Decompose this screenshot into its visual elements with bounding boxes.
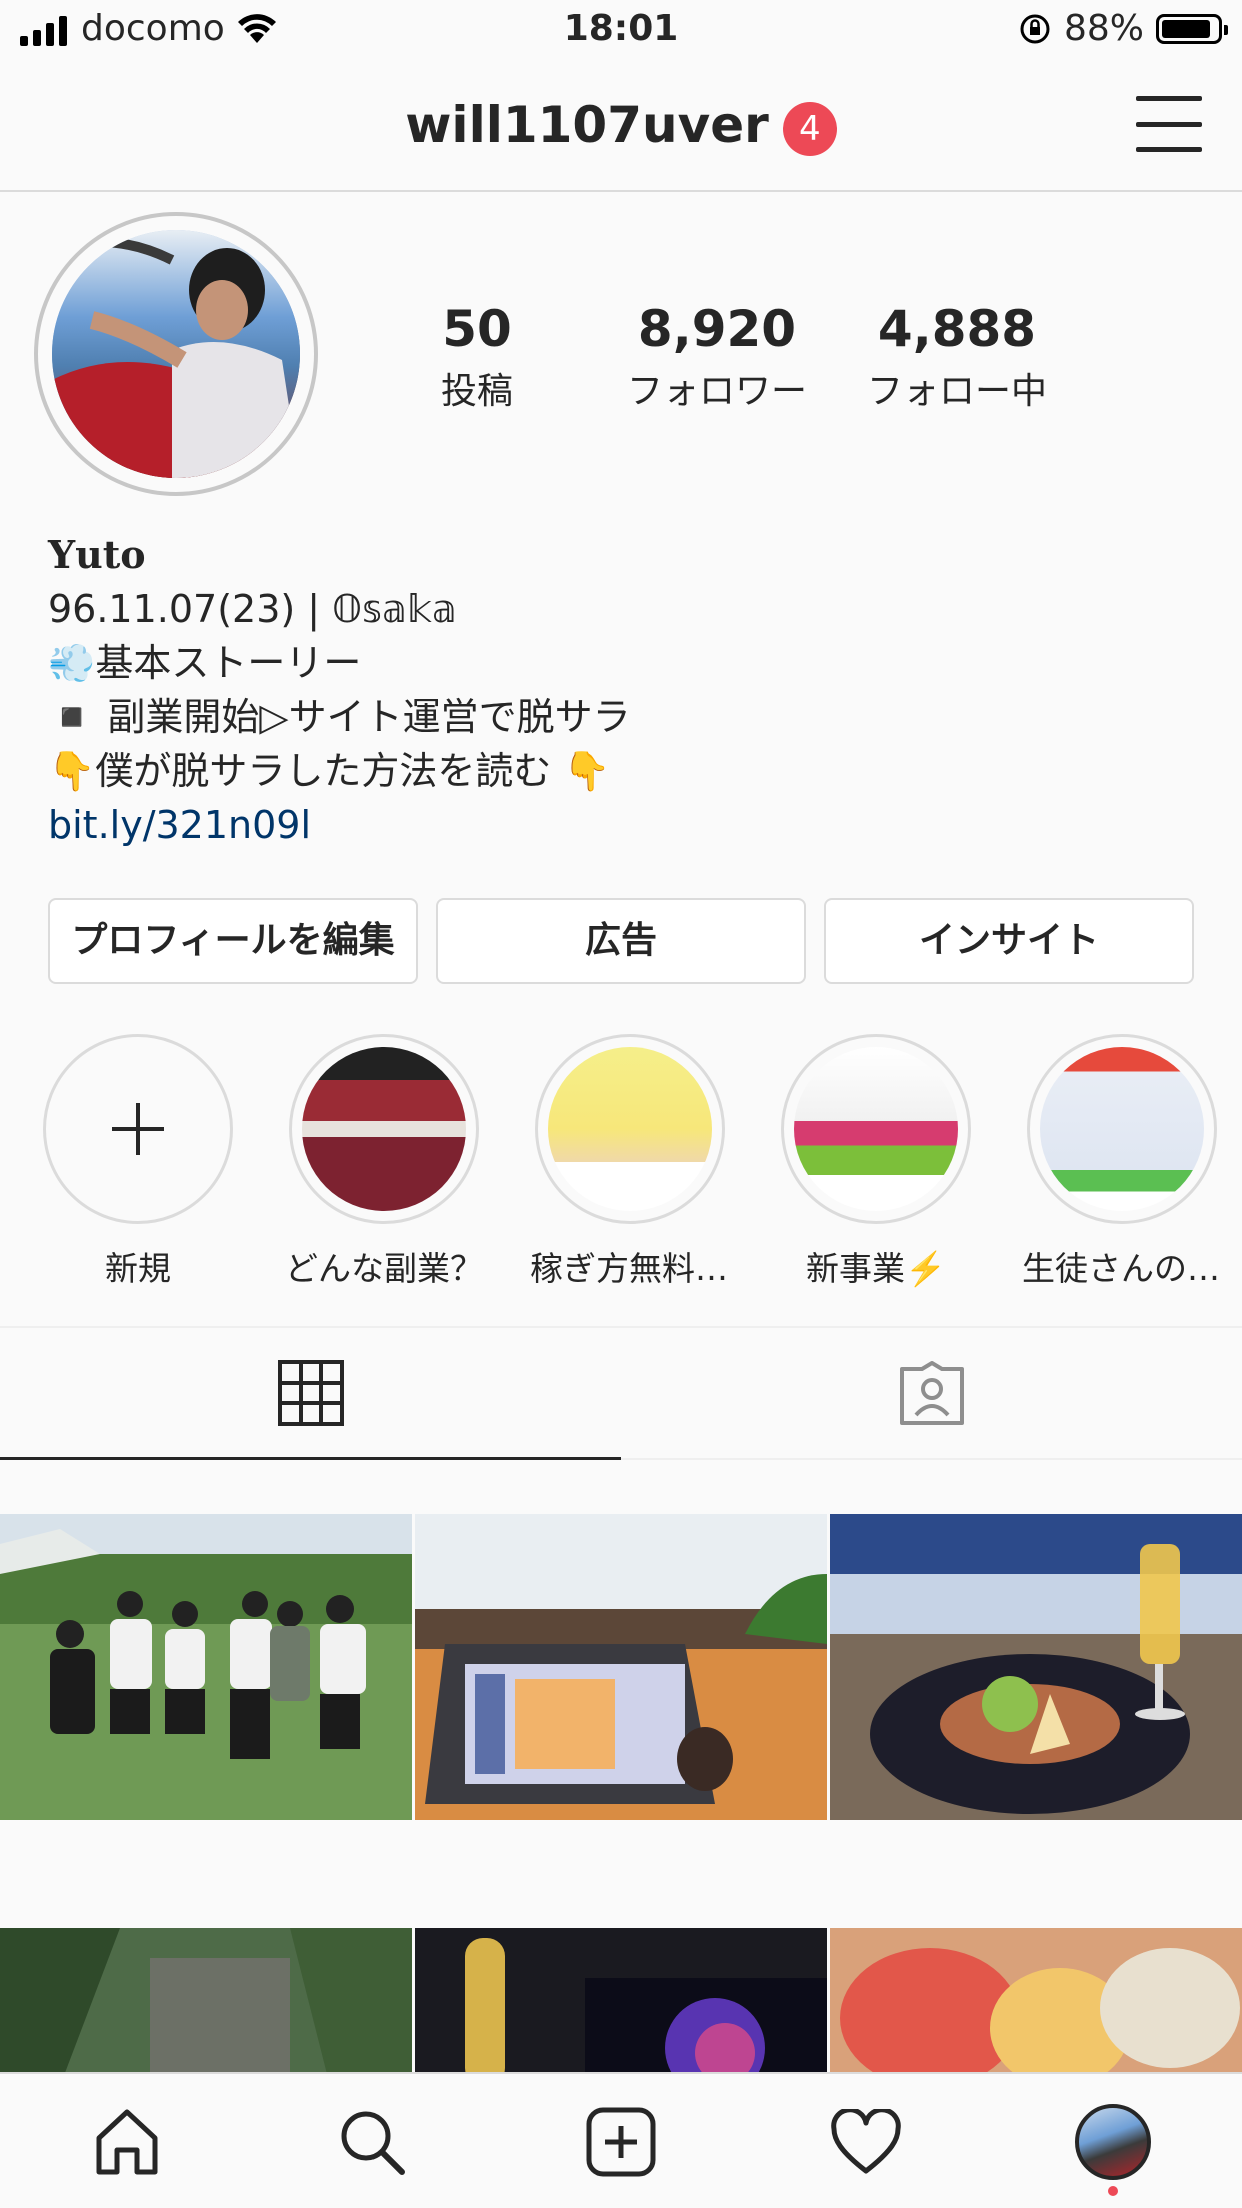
highlight-cover (302, 1047, 466, 1211)
post-thumbnail[interactable] (0, 1514, 412, 1820)
profile-avatar-icon (1075, 2104, 1151, 2180)
post-thumbnail[interactable] (415, 1928, 827, 2086)
rotation-lock-icon (1020, 14, 1050, 43)
tab-grid[interactable] (0, 1328, 621, 1460)
highlight-cover (1040, 1047, 1204, 1211)
status-bar: docomo 18:01 88% (0, 0, 1242, 62)
stat-followers-label: フォロワー (626, 371, 807, 412)
battery-icon (1156, 13, 1228, 44)
stat-following[interactable]: 4,888 フォロー中 (837, 300, 1077, 414)
tagged-icon (899, 1361, 964, 1425)
profile-bio: 𝐘𝐮𝐭𝐨 96.11.07(23) | 𝕆𝕤𝕒𝕜𝕒 💨基本ストーリー ◾️ 副業… (48, 528, 1198, 852)
search-icon (341, 2111, 405, 2175)
stat-followers[interactable]: 8,920 フォロワー (597, 300, 837, 414)
highlight-item[interactable]: 稼ぎ方無料プ… (530, 1034, 730, 1290)
highlight-item[interactable]: 生徒さんの実績 (1022, 1034, 1222, 1290)
stat-following-value: 4,888 (877, 300, 1037, 358)
post-thumbnail[interactable] (830, 1514, 1242, 1820)
menu-icon[interactable] (1136, 96, 1202, 152)
stat-followers-value: 8,920 (637, 300, 797, 358)
bio-line-3: ◾️ 副業開始▷サイト運営で脱サラ (48, 695, 631, 739)
highlight-ring (781, 1034, 971, 1224)
username: will1107uver (405, 96, 769, 154)
notification-badge: 4 (782, 101, 837, 156)
highlight-ring (535, 1034, 725, 1224)
profile-name: 𝐘𝐮𝐭𝐨 (48, 532, 146, 577)
bio-line-2: 💨基本ストーリー (48, 641, 362, 685)
stat-posts-label: 投稿 (440, 371, 513, 412)
stat-posts-value: 50 (442, 300, 512, 358)
profile-tabs (0, 1326, 1242, 1460)
highlight-label: 新規 (105, 1249, 171, 1288)
bio-line-1: 96.11.07(23) | 𝕆𝕤𝕒𝕜𝕒 (48, 587, 457, 631)
bio-link[interactable]: bit.ly/321n09l (48, 798, 1198, 852)
insights-button[interactable]: インサイト (824, 898, 1194, 984)
highlight-ring (1027, 1034, 1217, 1224)
post-thumbnail[interactable] (415, 1514, 827, 1820)
nav-new-post[interactable] (571, 2102, 671, 2182)
highlight-new-ring (43, 1034, 233, 1224)
battery-percent: 88% (1063, 8, 1144, 49)
stat-posts[interactable]: 50 投稿 (357, 300, 597, 414)
highlight-label: 稼ぎ方無料プ… (530, 1249, 730, 1288)
promotions-button[interactable]: 広告 (436, 898, 806, 984)
highlight-label: どんな副業？ (285, 1249, 483, 1288)
highlight-label: 生徒さんの実績 (1022, 1249, 1222, 1288)
edit-profile-button[interactable]: プロフィールを編集 (48, 898, 418, 984)
username-title[interactable]: will1107uver 4 (0, 96, 1242, 156)
profile-notification-dot (1108, 2186, 1118, 2196)
stat-following-label: フォロー中 (866, 371, 1047, 412)
profile-avatar[interactable] (34, 212, 318, 496)
status-right: 88% (1018, 8, 1228, 49)
bottom-navigation (0, 2072, 1242, 2208)
highlight-new[interactable]: 新規 (38, 1034, 238, 1290)
nav-home[interactable] (77, 2102, 177, 2182)
highlight-item[interactable]: どんな副業？ (284, 1034, 484, 1290)
highlight-ring (289, 1034, 479, 1224)
post-thumbnail[interactable] (0, 1928, 412, 2086)
profile-header: will1107uver 4 (0, 62, 1242, 192)
highlight-cover (794, 1047, 958, 1211)
avatar-photo (52, 230, 300, 478)
home-icon (96, 2109, 158, 2175)
add-post-icon (586, 2107, 656, 2177)
nav-profile[interactable] (1063, 2102, 1163, 2182)
nav-search[interactable] (322, 2102, 422, 2182)
highlight-item[interactable]: 新事業⚡️ (776, 1034, 976, 1290)
plus-icon (46, 1037, 230, 1221)
highlight-cover (548, 1047, 712, 1211)
bio-line-4: 👇僕が脱サラした方法を読む 👇 (48, 749, 611, 793)
heart-icon (831, 2109, 901, 2174)
highlight-label: 新事業⚡️ (805, 1249, 947, 1288)
nav-activity[interactable] (816, 2102, 916, 2182)
grid-icon (277, 1359, 344, 1426)
tab-tagged[interactable] (621, 1328, 1242, 1460)
post-thumbnail[interactable] (830, 1928, 1242, 2086)
